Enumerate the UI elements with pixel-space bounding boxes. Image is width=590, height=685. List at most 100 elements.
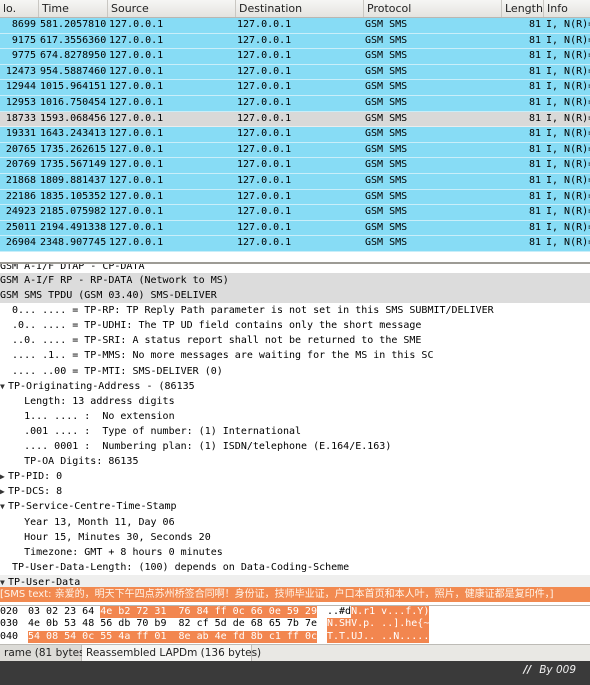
detail-line[interactable]: GSM SMS TPDU (GSM 03.40) SMS-DELIVER xyxy=(0,288,590,304)
column-header-no[interactable]: lo. xyxy=(0,0,39,17)
cell-src: 127.0.0.1 xyxy=(109,128,164,140)
packet-row[interactable]: 12473 954.5887460 127.0.0.1 127.0.0.1 GSM SM… xyxy=(0,64,590,81)
detail-line[interactable]: Timezone: GMT + 8 hours 0 minutes xyxy=(0,545,590,560)
detail-line[interactable]: ..0. .... = TP-SRI: A status report shal… xyxy=(0,333,590,348)
detail-text: 0... .... = TP-RP: TP Reply Path paramet… xyxy=(0,305,494,317)
cell-len: 81 xyxy=(528,206,541,218)
detail-line[interactable]: Length: 13 address digits xyxy=(0,394,590,409)
cell-info: I, N(R)= xyxy=(546,190,590,202)
packet-row[interactable]: 9175 617.3556360 127.0.0.1 127.0.0.1 GSM SMS… xyxy=(0,33,590,50)
cell-time: 2185.075982 xyxy=(40,206,107,218)
hex-bytes[interactable]: 03 02 23 64 xyxy=(28,606,100,618)
packet-row[interactable]: 24923 2185.075982 127.0.0.1 127.0.0.1 GSM SM… xyxy=(0,205,590,221)
cell-proto: GSM SMS xyxy=(365,221,408,233)
detail-text: Length: 13 address digits xyxy=(0,395,175,407)
packet-row[interactable]: 20769 1735.567149 127.0.0.1 127.0.0.1 GSM SM… xyxy=(0,158,590,174)
cell-len: 81 xyxy=(528,128,541,140)
detail-line[interactable]: .0.. .... = TP-UDHI: The TP UD field con… xyxy=(0,318,590,333)
detail-line[interactable]: GSM A-I/F RP - RP-DATA (Network to MS) xyxy=(0,273,590,289)
byte-rows: 020 03 02 23 64 4e b2 72 31 76 84 ff 0c 6… xyxy=(0,606,590,644)
ascii-bytes-highlighted[interactable]: T.T.UJ.. ..N..... xyxy=(327,630,430,644)
packet-row[interactable]: 9775 674.8278950 127.0.0.1 127.0.0.1 GSM SMS… xyxy=(0,49,590,65)
cell-info: I, N(R)= xyxy=(546,237,590,249)
packet-bytes-pane[interactable]: 020 03 02 23 64 4e b2 72 31 76 84 ff 0c 6… xyxy=(0,605,590,645)
watermark-slashes: // xyxy=(523,664,532,676)
detail-line[interactable]: .... 0001 : Numbering plan: (1) ISDN/tel… xyxy=(0,439,590,454)
detail-line[interactable]: .... ..00 = TP-MTI: SMS-DELIVER (0) xyxy=(0,364,590,379)
packet-row[interactable]: 26904 2348.907745 127.0.0.1 127.0.0.1 GSM SM… xyxy=(0,236,590,252)
packet-row[interactable]: 19331 1643.243413 127.0.0.1 127.0.0.1 GSM SM… xyxy=(0,127,590,143)
detail-text: .... .1.. = TP-MMS: No more messages are… xyxy=(0,350,434,362)
detail-line[interactable]: Year 13, Month 11, Day 06 xyxy=(0,515,590,530)
cell-no: 19331 xyxy=(5,128,36,140)
packet-row[interactable]: 12944 1015.964151 127.0.0.1 127.0.0.1 GSM SM… xyxy=(0,80,590,96)
detail-text: TP-User-Data-Length: (100) depends on Da… xyxy=(0,561,350,573)
cell-time: 2194.491338 xyxy=(40,221,107,233)
expanded-arrow-icon[interactable]: ▼ xyxy=(0,379,8,394)
column-header-length[interactable]: Length xyxy=(502,0,544,17)
detail-line[interactable]: .... .1.. = TP-MMS: No more messages are… xyxy=(0,348,590,363)
cell-proto: GSM SMS xyxy=(365,143,408,155)
collapsed-arrow-icon[interactable]: ▶ xyxy=(0,484,8,499)
collapsed-arrow-icon[interactable]: ▶ xyxy=(0,469,8,484)
cell-len: 81 xyxy=(528,81,541,93)
cell-time: 954.5887460 xyxy=(40,65,107,77)
packet-row[interactable]: 25011 2194.491338 127.0.0.1 127.0.0.1 GSM SM… xyxy=(0,220,590,237)
detail-line[interactable]: TP-OA Digits: 86135 xyxy=(0,454,590,469)
cell-no: 12473 xyxy=(5,65,36,77)
packet-list[interactable]: lo. Time Source Destination Protocol Len… xyxy=(0,0,590,262)
detail-line[interactable]: 1... .... : No extension xyxy=(0,409,590,424)
hex-bytes-highlighted[interactable]: 4e b2 72 31 76 84 ff 0c 66 0e 59 29 xyxy=(100,606,317,619)
cell-time: 1809.881437 xyxy=(40,174,107,186)
cell-proto: GSM SMS xyxy=(365,34,408,46)
cell-no: 12944 xyxy=(5,81,36,93)
column-header-destination[interactable]: Destination xyxy=(236,0,364,17)
cell-dst: 127.0.0.1 xyxy=(237,237,292,249)
column-header-protocol[interactable]: Protocol xyxy=(364,0,502,17)
cell-dst: 127.0.0.1 xyxy=(237,112,292,124)
byte-offset[interactable]: 030 xyxy=(0,618,18,630)
tab-frame[interactable]: rame (81 bytes) xyxy=(0,645,89,662)
detail-text: .... ..00 = TP-MTI: SMS-DELIVER (0) xyxy=(0,365,223,377)
packet-row[interactable]: 20765 1735.262615 127.0.0.1 127.0.0.1 GSM SM… xyxy=(0,142,590,159)
packet-row[interactable]: 8699 581.2057810 127.0.0.1 127.0.0.1 GSM SMS… xyxy=(0,18,590,34)
sms-text-line[interactable]: [SMS text: 亲爱的，明天下午四点苏州桥签合同啊！身份证，技师毕业证，户… xyxy=(0,587,590,602)
cell-no: 8699 xyxy=(11,19,36,30)
cell-info: I, N(R)= xyxy=(546,112,590,124)
detail-line[interactable]: ▶ TP-PID: 0 xyxy=(0,469,590,484)
cell-info: I, N(R)= xyxy=(546,65,590,77)
column-header-source[interactable]: Source xyxy=(108,0,236,17)
cell-time: 1835.105352 xyxy=(40,190,107,202)
byte-offset[interactable]: 040 xyxy=(0,631,18,643)
detail-line[interactable]: GSM A-I/F DTAP - CP-DATA xyxy=(0,264,590,273)
detail-line[interactable]: TP-User-Data-Length: (100) depends on Da… xyxy=(0,560,590,575)
column-header-info[interactable]: Info xyxy=(544,0,590,17)
hex-bytes[interactable]: 4e 0b 53 48 56 db 70 b9 82 cf 5d de 68 6… xyxy=(28,618,317,630)
packet-row[interactable]: 12953 1016.750454 127.0.0.1 127.0.0.1 GSM SM… xyxy=(0,95,590,112)
detail-text: GSM A-I/F RP - RP-DATA (Network to MS) xyxy=(0,275,229,286)
detail-line[interactable]: ▼ TP-Originating-Address - (86135 xyxy=(0,379,590,394)
cell-info: I, N(R)= xyxy=(546,34,590,46)
cell-dst: 127.0.0.1 xyxy=(237,206,292,218)
detail-line[interactable]: ▼ TP-Service-Centre-Time-Stamp xyxy=(0,499,590,514)
detail-text: .001 .... : Type of number: (1) Internat… xyxy=(0,425,302,437)
detail-line[interactable]: .001 .... : Type of number: (1) Internat… xyxy=(0,424,590,439)
cell-dst: 127.0.0.1 xyxy=(237,174,292,186)
byte-offset[interactable]: 020 xyxy=(0,606,18,618)
detail-line[interactable]: 0... .... = TP-RP: TP Reply Path paramet… xyxy=(0,303,590,318)
detail-line[interactable]: Hour 15, Minutes 30, Seconds 20 xyxy=(0,530,590,545)
ascii-bytes[interactable]: ..#d xyxy=(327,606,351,618)
detail-line[interactable]: ▶ TP-DCS: 8 xyxy=(0,484,590,499)
packet-row[interactable]: 18733 1593.068456 127.0.0.1 127.0.0.1 GSM SM… xyxy=(0,111,590,128)
packet-details-tree[interactable]: GSM A-I/F DTAP - CP-DATA GSM A-I/F RP - R… xyxy=(0,262,590,607)
expanded-arrow-icon[interactable]: ▼ xyxy=(0,499,8,514)
ascii-bytes-highlighted[interactable]: N.SHV.p. ..].he{~ xyxy=(327,618,430,631)
tab-reassembled-lapdm[interactable]: Reassembled LAPDm (136 bytes) xyxy=(82,645,261,662)
detail-text: .... 0001 : Numbering plan: (1) ISDN/tel… xyxy=(0,441,392,453)
packet-row[interactable]: 22186 1835.105352 127.0.0.1 127.0.0.1 GSM SM… xyxy=(0,189,590,206)
hex-bytes-highlighted[interactable]: 54 08 54 0c 55 4a ff 01 8e ab 4e fd 8b c… xyxy=(28,630,317,644)
column-header-time[interactable]: Time xyxy=(39,0,108,17)
cell-no: 26904 xyxy=(5,237,36,249)
packet-row[interactable]: 21868 1809.881437 127.0.0.1 127.0.0.1 GSM SM… xyxy=(0,173,590,190)
ascii-bytes-highlighted[interactable]: N.r1 v...f.Y) xyxy=(351,606,430,619)
